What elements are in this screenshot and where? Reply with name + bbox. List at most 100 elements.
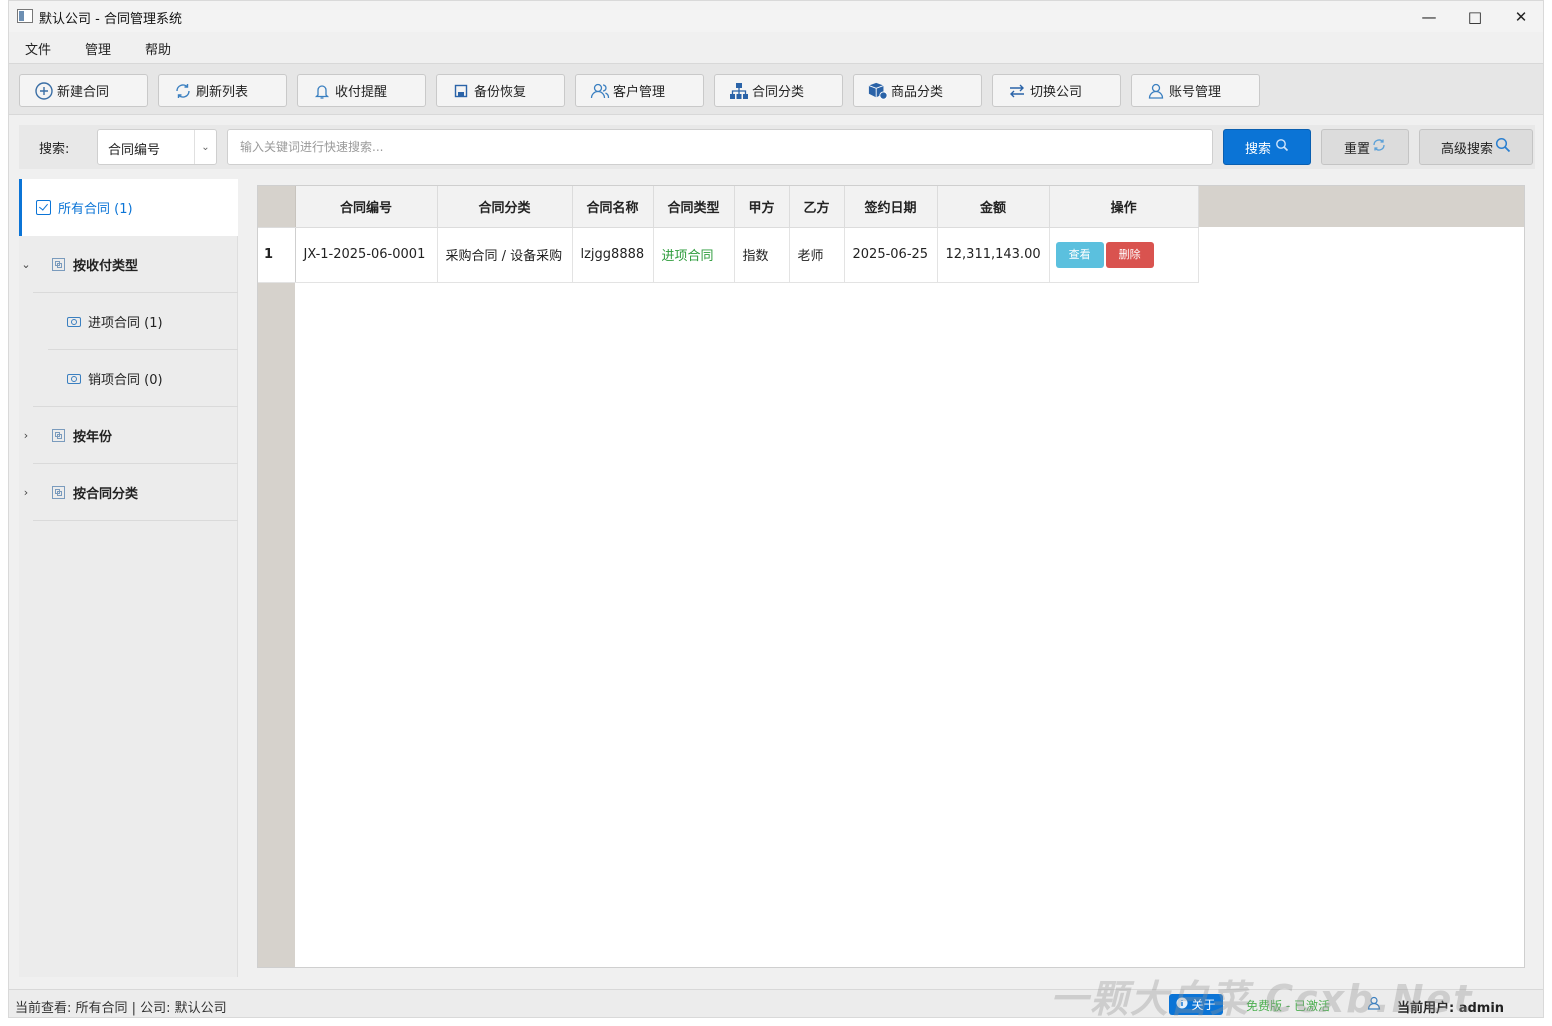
ticket-icon [67, 316, 81, 327]
column-header[interactable]: 合同名称 [572, 186, 654, 228]
contract-table-area: 合同编号 合同分类 合同名称 合同类型 甲方 乙方 签约日期 金额 操作 1 J… [257, 185, 1525, 968]
search-icon [1495, 137, 1511, 157]
user-icon [1146, 81, 1166, 101]
swap-icon [1007, 81, 1027, 101]
payment-reminder-button[interactable]: 收付提醒 [297, 74, 426, 107]
column-header[interactable]: 金额 [937, 186, 1050, 228]
menu-manage[interactable]: 管理 [85, 39, 111, 58]
cell-contract-name: lzjgg8888 [572, 227, 654, 283]
app-icon [17, 9, 33, 23]
floppy-icon [451, 81, 471, 101]
user-icon [1367, 996, 1381, 1014]
category-icon [52, 429, 65, 442]
table-corner [258, 186, 296, 228]
column-header[interactable]: 合同分类 [437, 186, 573, 228]
sidebar-item-outgoing[interactable]: 销项合同 (0) [19, 350, 238, 407]
chevron-down-icon[interactable]: ⌄ [194, 130, 216, 164]
table-header-row: 合同编号 合同分类 合同名称 合同类型 甲方 乙方 签约日期 金额 操作 [258, 186, 1199, 228]
switch-company-label: 切换公司 [1030, 85, 1083, 100]
refresh-icon [173, 81, 193, 101]
product-category-button[interactable]: 商品分类 [853, 74, 982, 107]
column-header[interactable]: 乙方 [789, 186, 845, 228]
column-header[interactable]: 操作 [1049, 186, 1199, 228]
row-header-column [258, 186, 295, 967]
cell-party-a: 指数 [734, 227, 790, 283]
row-index: 1 [258, 227, 296, 283]
box-icon [868, 81, 888, 101]
app-window: 默认公司 - 合同管理系统 — □ ✕ 文件 管理 帮助 新建合同 刷新列表 收… [8, 0, 1544, 1018]
cell-amount: 12,311,143.00 [937, 227, 1050, 283]
sidebar-item-label: 所有合同 (1) [58, 202, 133, 217]
divider [33, 520, 238, 521]
cell-actions: 查看 删除 [1049, 227, 1199, 283]
view-button[interactable]: 查看 [1055, 241, 1104, 268]
sidebar-item-label: 按年份 [73, 430, 113, 445]
maximize-button[interactable]: □ [1452, 1, 1498, 32]
customer-management-button[interactable]: 客户管理 [575, 74, 704, 107]
advanced-search-label: 高级搜索 [1440, 141, 1493, 157]
chevron-right-icon[interactable]: › [21, 429, 31, 442]
category-icon [52, 486, 65, 499]
refresh-list-button[interactable]: 刷新列表 [158, 74, 287, 107]
sidebar-item-incoming[interactable]: 进项合同 (1) [19, 293, 238, 350]
minimize-button[interactable]: — [1406, 1, 1452, 32]
search-bar: 搜索: 合同编号 ⌄ 搜索 重置 高级搜索 [19, 125, 1535, 169]
status-text: 当前查看: 所有合同 | 公司: 默认公司 [15, 1001, 227, 1016]
search-button[interactable]: 搜索 [1223, 129, 1311, 165]
backup-restore-button[interactable]: 备份恢复 [436, 74, 565, 107]
chevron-right-icon[interactable]: › [21, 486, 31, 499]
reset-button[interactable]: 重置 [1321, 129, 1409, 165]
contract-category-label: 合同分类 [752, 85, 805, 100]
sidebar-item-all-contracts[interactable]: 所有合同 (1) [19, 179, 238, 236]
search-field-select[interactable]: 合同编号 ⌄ [97, 129, 217, 165]
search-input[interactable] [227, 129, 1213, 165]
sidebar-item-by-payment-type[interactable]: ⌄ 按收付类型 [19, 236, 238, 293]
cell-contract-type: 进项合同 [653, 227, 735, 283]
cell-contract-number: JX-1-2025-06-0001 [295, 227, 438, 283]
license-status: 免费版 - 已激活 [1246, 999, 1330, 1013]
cell-party-b: 老师 [789, 227, 845, 283]
ticket-icon [67, 373, 81, 384]
about-button[interactable]: 关于 [1169, 994, 1223, 1015]
header-filler [1192, 186, 1524, 227]
payment-reminder-label: 收付提醒 [335, 85, 388, 100]
cell-contract-category: 采购合同 / 设备采购 [437, 227, 573, 283]
bell-icon [312, 81, 332, 101]
advanced-search-button[interactable]: 高级搜索 [1419, 129, 1533, 165]
column-header[interactable]: 合同编号 [295, 186, 438, 228]
close-button[interactable]: ✕ [1498, 1, 1543, 32]
delete-button[interactable]: 删除 [1105, 241, 1154, 268]
chevron-down-icon[interactable]: ⌄ [21, 258, 31, 271]
users-icon [590, 81, 610, 101]
backup-restore-label: 备份恢复 [474, 85, 527, 100]
sidebar-item-by-year[interactable]: › 按年份 [19, 407, 238, 464]
new-contract-button[interactable]: 新建合同 [19, 74, 148, 107]
sidebar-item-by-category[interactable]: › 按合同分类 [19, 464, 238, 521]
column-header[interactable]: 甲方 [734, 186, 790, 228]
reset-button-label: 重置 [1343, 141, 1370, 157]
sidebar-tree: 所有合同 (1) ⌄ 按收付类型 进项合同 (1) 销项合同 (0) › 按年份… [19, 179, 238, 977]
contract-category-button[interactable]: 合同分类 [714, 74, 843, 107]
column-header[interactable]: 合同类型 [653, 186, 735, 228]
sidebar-item-label: 按合同分类 [73, 487, 139, 502]
new-contract-label: 新建合同 [57, 85, 110, 100]
cell-sign-date: 2025-06-25 [844, 227, 938, 283]
column-header[interactable]: 签约日期 [844, 186, 938, 228]
current-user: 当前用户: admin [1397, 1001, 1505, 1016]
account-management-label: 账号管理 [1169, 85, 1222, 100]
menu-help[interactable]: 帮助 [145, 39, 171, 58]
table-row[interactable]: 1 JX-1-2025-06-0001 采购合同 / 设备采购 lzjgg888… [258, 227, 1199, 283]
plus-circle-icon [34, 81, 54, 101]
search-button-label: 搜索 [1244, 141, 1271, 157]
sitemap-icon [729, 81, 749, 101]
switch-company-button[interactable]: 切换公司 [992, 74, 1121, 107]
about-label: 关于 [1191, 998, 1216, 1012]
info-icon [1176, 997, 1188, 1012]
search-field-value: 合同编号 [108, 143, 161, 158]
category-icon [52, 258, 65, 271]
menu-file[interactable]: 文件 [25, 39, 51, 58]
account-management-button[interactable]: 账号管理 [1131, 74, 1260, 107]
sidebar-item-label: 销项合同 (0) [88, 373, 163, 388]
product-category-label: 商品分类 [891, 85, 944, 100]
sidebar-item-label: 按收付类型 [73, 259, 139, 274]
